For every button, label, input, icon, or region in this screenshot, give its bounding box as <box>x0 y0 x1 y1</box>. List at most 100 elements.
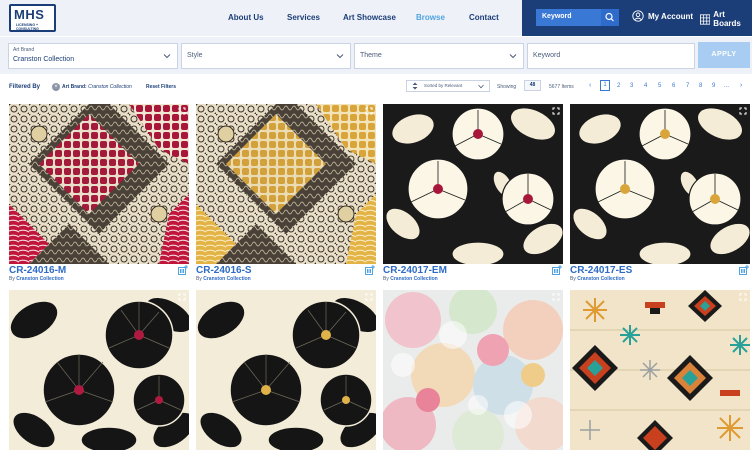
art-brand-label: Art Brand <box>13 47 35 53</box>
my-account-label: My Account <box>648 11 694 21</box>
chevron-down-icon <box>478 84 484 89</box>
next-page-icon[interactable]: › <box>740 82 742 89</box>
site-header: MHS LICENSING + CONSULTING About Us Serv… <box>0 0 752 36</box>
page-ellipsis: ... <box>724 83 730 89</box>
artwork-tile[interactable] <box>9 290 189 450</box>
artwork-image <box>570 104 750 264</box>
artwork-image <box>383 104 563 264</box>
sort-label: Sorted by Relevant <box>424 83 463 88</box>
by-label: By <box>570 276 576 282</box>
artwork-image <box>570 290 750 450</box>
expand-icon[interactable] <box>178 293 186 301</box>
page-5[interactable]: 5 <box>658 83 661 89</box>
page-3[interactable]: 3 <box>630 83 633 89</box>
artwork-tile[interactable] <box>9 104 189 264</box>
expand-icon[interactable] <box>739 107 747 115</box>
artwork-image <box>196 290 376 450</box>
artwork-tile[interactable] <box>383 104 563 264</box>
artwork-image <box>9 290 189 450</box>
brand-link[interactable]: Cranston Collection <box>390 276 438 282</box>
nav-contact[interactable]: Contact <box>469 13 499 22</box>
chevron-down-icon <box>336 54 344 59</box>
keyword-placeholder: Keyword <box>533 52 561 59</box>
style-select[interactable]: Style <box>181 43 351 69</box>
page-6[interactable]: 6 <box>672 83 675 89</box>
remove-filter-icon[interactable]: × <box>52 83 60 91</box>
user-icon <box>632 10 644 22</box>
artwork-tile[interactable] <box>196 104 376 264</box>
artwork-tile[interactable] <box>570 104 750 264</box>
nav-about-us[interactable]: About Us <box>228 13 264 22</box>
page-2[interactable]: 2 <box>617 83 620 89</box>
add-to-board-icon[interactable] <box>552 265 562 275</box>
page-9[interactable]: 9 <box>712 83 715 89</box>
brand-link[interactable]: Cranston Collection <box>16 276 64 282</box>
artwork-tile[interactable] <box>196 290 376 450</box>
prev-page-icon[interactable]: ‹ <box>589 82 591 89</box>
brand-link[interactable]: Cranston Collection <box>577 276 625 282</box>
artwork-image <box>196 104 376 264</box>
results-toolbar: Filtered By × Art Brand: Cranston Collec… <box>0 78 752 98</box>
expand-icon[interactable] <box>552 107 560 115</box>
add-to-board-icon[interactable] <box>178 265 188 275</box>
page-8[interactable]: 8 <box>699 83 702 89</box>
add-to-board-icon[interactable] <box>365 265 375 275</box>
active-filter-chip: Art Brand: Cranston Collection <box>62 84 132 90</box>
filter-bar: Art Brand Cranston Collection Style Them… <box>0 37 752 74</box>
sort-select[interactable]: Sorted by Relevant <box>406 80 490 92</box>
nav-services[interactable]: Services <box>287 13 320 22</box>
artwork-tile[interactable] <box>383 290 563 450</box>
per-page-select[interactable]: 48 <box>524 80 541 91</box>
expand-icon[interactable] <box>178 107 186 115</box>
page-4[interactable]: 4 <box>644 83 647 89</box>
theme-placeholder: Theme <box>360 52 382 59</box>
keyword-input[interactable]: Keyword <box>527 43 695 69</box>
expand-icon[interactable] <box>365 293 373 301</box>
mhs-logo[interactable]: MHS LICENSING + CONSULTING <box>9 4 56 32</box>
items-count: 5677 Items <box>549 84 574 90</box>
artwork-tile[interactable] <box>570 290 750 450</box>
artwork-code[interactable]: CR-24017-ES <box>570 265 632 276</box>
artwork-code[interactable]: CR-24016-M <box>9 265 66 276</box>
add-to-board-icon[interactable] <box>739 265 749 275</box>
art-brand-value: Cranston Collection <box>13 56 75 63</box>
brand-link[interactable]: Cranston Collection <box>203 276 251 282</box>
expand-icon[interactable] <box>365 107 373 115</box>
logo-text: MHS <box>14 7 45 22</box>
chip-value: Cranston Collection <box>88 84 132 90</box>
artwork-image <box>383 290 563 450</box>
chevron-down-icon <box>163 54 171 59</box>
chip-key: Art Brand: <box>62 84 87 90</box>
header-user-area: Keyword My Account Art Boards <box>522 0 752 36</box>
logo-subtitle: LICENSING + CONSULTING <box>16 23 39 31</box>
grid-icon <box>700 13 711 25</box>
art-boards-link[interactable]: Art Boards <box>700 10 752 28</box>
artwork-brand: By Cranston Collection <box>383 276 438 282</box>
expand-icon[interactable] <box>739 293 747 301</box>
apply-button[interactable]: APPLY <box>698 42 750 68</box>
reset-filters-link[interactable]: Reset Filters <box>146 84 176 90</box>
theme-select[interactable]: Theme <box>354 43 524 69</box>
artwork-code[interactable]: CR-24017-EM <box>383 265 447 276</box>
chevron-down-icon <box>509 54 517 59</box>
header-keyword-input[interactable]: Keyword <box>536 9 604 26</box>
search-icon <box>605 12 614 22</box>
expand-icon[interactable] <box>552 293 560 301</box>
filtered-by-label: Filtered By <box>9 84 41 90</box>
my-account-link[interactable]: My Account <box>632 10 693 22</box>
sort-icon <box>412 82 418 90</box>
art-brand-select[interactable]: Art Brand Cranston Collection <box>8 43 178 69</box>
page-7[interactable]: 7 <box>686 83 689 89</box>
page-1[interactable]: 1 <box>600 80 610 91</box>
nav-browse[interactable]: Browse <box>416 13 445 22</box>
showing-label: Showing <box>497 84 517 90</box>
header-search-button[interactable] <box>601 9 619 26</box>
artwork-brand: By Cranston Collection <box>196 276 251 282</box>
artwork-brand: By Cranston Collection <box>570 276 625 282</box>
art-boards-label: Art Boards <box>713 10 741 28</box>
nav-art-showcase[interactable]: Art Showcase <box>343 13 396 22</box>
style-placeholder: Style <box>187 52 203 59</box>
by-label: By <box>383 276 389 282</box>
artwork-image <box>9 104 189 264</box>
artwork-code[interactable]: CR-24016-S <box>196 265 252 276</box>
